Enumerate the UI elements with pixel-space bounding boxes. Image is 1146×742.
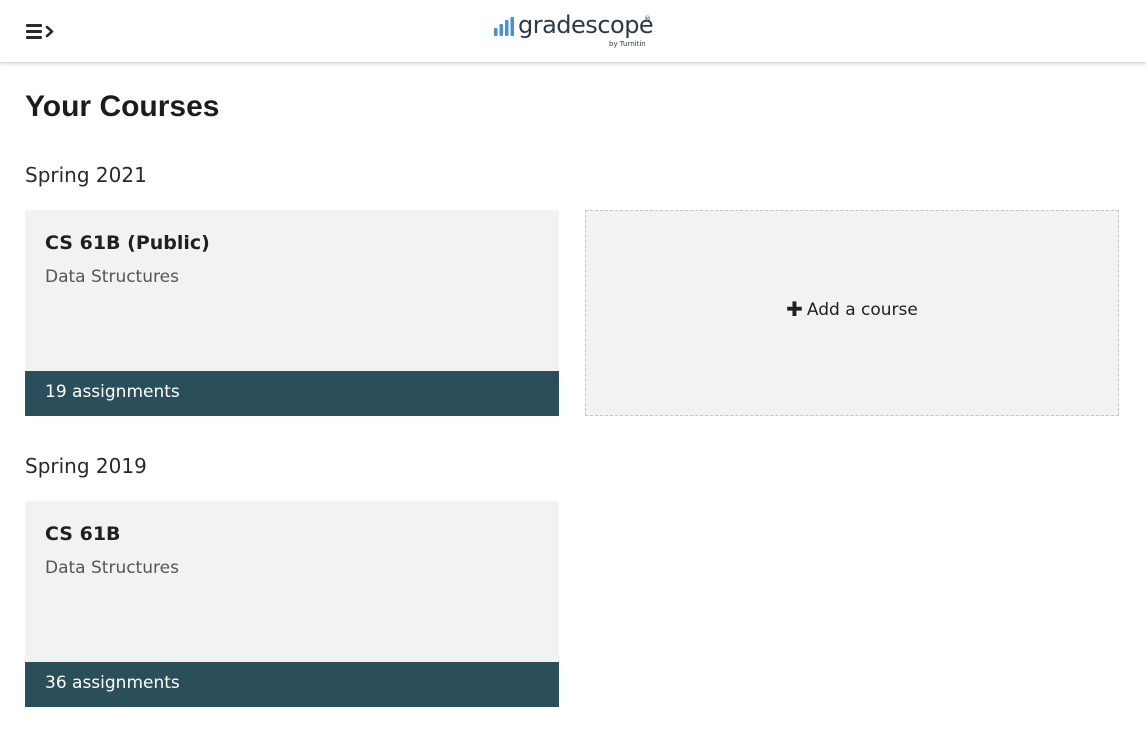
- course-name: CS 61B (Public): [45, 232, 210, 254]
- add-course-content: ✚ Add a course: [586, 297, 1118, 321]
- page-title: Your Courses: [25, 90, 220, 123]
- logo-bars-icon: [494, 17, 514, 36]
- top-nav-bar: gradescope ® by Turnitin: [0, 0, 1146, 63]
- course-card-cs61b[interactable]: CS 61B Data Structures 36 assignments: [25, 501, 559, 707]
- course-name: CS 61B: [45, 523, 121, 545]
- add-course-label: Add a course: [806, 300, 918, 320]
- logo-registered-mark: ®: [644, 15, 651, 23]
- assignment-count: 36 assignments: [45, 673, 180, 693]
- course-footer: 36 assignments: [25, 662, 559, 707]
- hamburger-expand-icon[interactable]: [24, 20, 60, 44]
- logo-wordmark: gradescope: [518, 11, 654, 39]
- term-heading-spring-2019: Spring 2019: [25, 454, 147, 478]
- plus-icon: ✚: [786, 297, 803, 321]
- term-heading-spring-2021: Spring 2021: [25, 163, 147, 187]
- assignment-count: 19 assignments: [45, 382, 180, 402]
- logo-subtitle: by Turnitin: [609, 40, 646, 48]
- course-description: Data Structures: [45, 558, 179, 578]
- course-description: Data Structures: [45, 267, 179, 287]
- course-footer: 19 assignments: [25, 371, 559, 416]
- course-card-cs61b-public[interactable]: CS 61B (Public) Data Structures 19 assig…: [25, 210, 559, 416]
- gradescope-logo[interactable]: gradescope ® by Turnitin: [492, 11, 654, 52]
- add-course-button[interactable]: ✚ Add a course: [585, 210, 1119, 416]
